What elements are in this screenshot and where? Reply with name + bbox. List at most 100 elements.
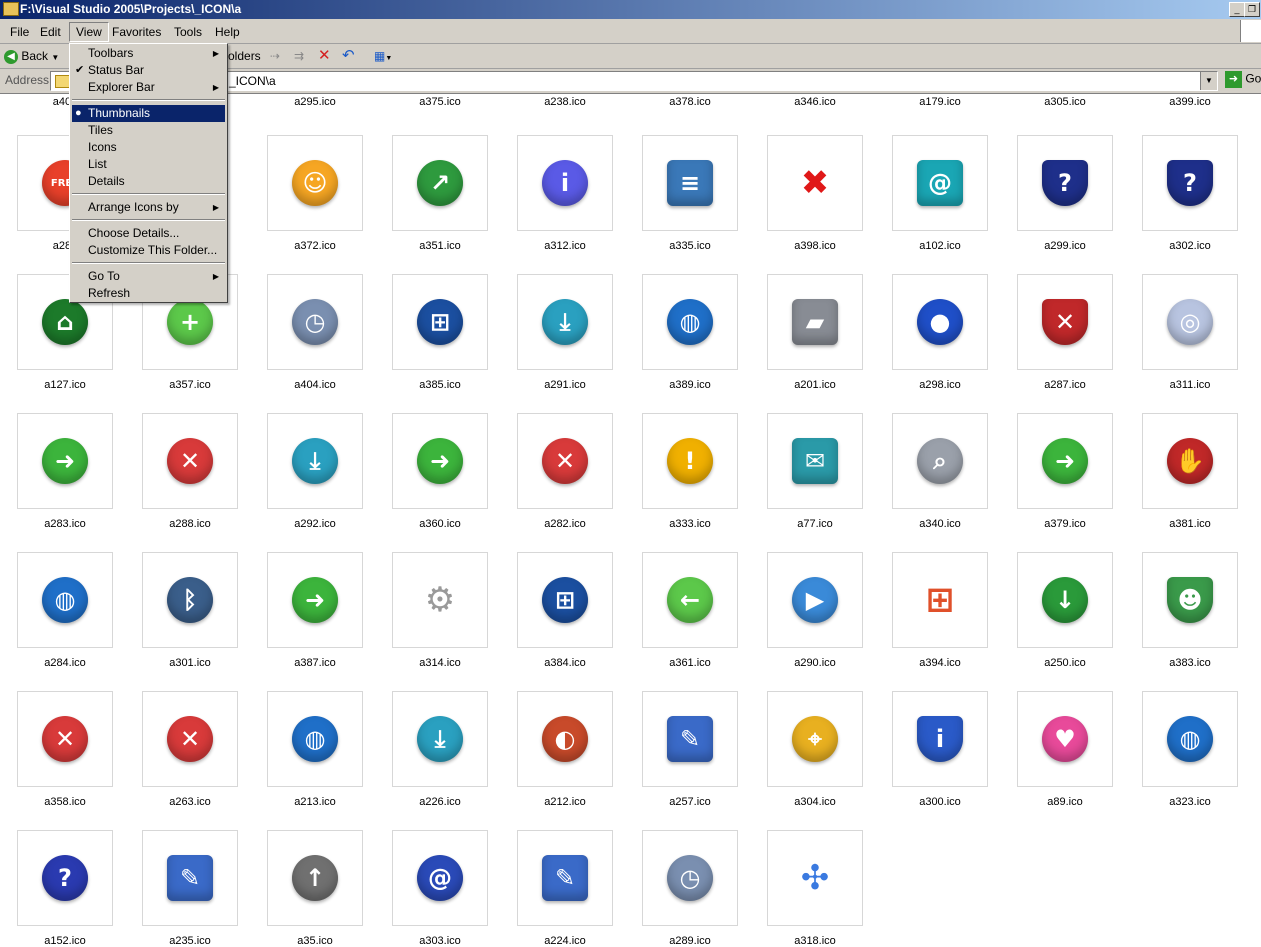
thumbnail-frame[interactable]: ▶ (767, 552, 863, 648)
view-menu-item[interactable]: Icons (72, 139, 225, 156)
file-label[interactable]: a77.ico (767, 518, 863, 530)
thumbnail-frame[interactable]: ◍ (642, 274, 738, 370)
thumbnail-frame[interactable]: ✕ (142, 413, 238, 509)
file-label[interactable]: a379.ico (1017, 518, 1113, 530)
file-thumbnail[interactable]: ◍ a213.ico (267, 691, 363, 808)
file-label[interactable]: a335.ico (642, 240, 738, 252)
file-label[interactable]: a283.ico (17, 518, 113, 530)
file-label[interactable]: a404.ico (267, 379, 363, 391)
menu-edit[interactable]: Edit (34, 23, 67, 41)
thumbnail-frame[interactable]: ✎ (142, 830, 238, 926)
file-label[interactable]: a302.ico (1142, 240, 1238, 252)
file-thumbnail[interactable]: ✎ a224.ico (517, 830, 613, 947)
file-thumbnail[interactable]: ⊞ a385.ico (392, 274, 488, 391)
file-label[interactable]: a288.ico (142, 518, 238, 530)
views-icon[interactable]: ▦▼ (374, 47, 392, 65)
file-label[interactable]: a351.ico (392, 240, 488, 252)
thumbnail-frame[interactable]: ? (1142, 135, 1238, 231)
file-label[interactable]: a284.ico (17, 657, 113, 669)
file-label[interactable]: a375.ico (392, 96, 488, 108)
file-thumbnail[interactable]: @ a102.ico (892, 135, 988, 252)
view-menu-item[interactable]: List (72, 156, 225, 173)
thumbnail-frame[interactable]: i (892, 691, 988, 787)
view-menu-item[interactable]: ✔ Status Bar (72, 62, 225, 79)
thumbnail-frame[interactable]: @ (892, 135, 988, 231)
file-label[interactable]: a303.ico (392, 935, 488, 947)
file-label[interactable]: a305.ico (1017, 96, 1113, 108)
file-thumbnail[interactable]: ✋ a381.ico (1142, 413, 1238, 530)
file-thumbnail[interactable]: ✕ a287.ico (1017, 274, 1113, 391)
thumbnail-frame[interactable]: ◷ (642, 830, 738, 926)
undo-icon[interactable]: ↶ (342, 47, 355, 65)
delete-icon[interactable]: ✕ (318, 47, 331, 65)
thumbnail-frame[interactable]: ⌕ (892, 413, 988, 509)
file-thumbnail[interactable]: ⌕ a340.ico (892, 413, 988, 530)
file-label[interactable]: a213.ico (267, 796, 363, 808)
thumbnail-frame[interactable]: ◍ (267, 691, 363, 787)
thumbnail-frame[interactable]: ➜ (267, 552, 363, 648)
file-label[interactable]: a304.ico (767, 796, 863, 808)
thumbnail-frame[interactable]: ⤓ (392, 691, 488, 787)
file-label[interactable]: a179.ico (892, 96, 988, 108)
thumbnail-frame[interactable]: ↑ (267, 830, 363, 926)
file-label[interactable]: a346.ico (767, 96, 863, 108)
thumbnail-frame[interactable]: ≡ (642, 135, 738, 231)
file-label[interactable]: a290.ico (767, 657, 863, 669)
menu-favorites[interactable]: Favorites (106, 23, 167, 41)
thumbnail-frame[interactable]: ◍ (1142, 691, 1238, 787)
view-menu-item[interactable]: ● Thumbnails (72, 105, 225, 122)
file-thumbnail[interactable]: ⊞ a394.ico (892, 552, 988, 669)
file-label[interactable]: a289.ico (642, 935, 738, 947)
file-thumbnail[interactable]: ✕ a263.ico (142, 691, 238, 808)
file-label[interactable]: a226.ico (392, 796, 488, 808)
file-thumbnail[interactable]: ✕ a358.ico (17, 691, 113, 808)
file-label[interactable]: a301.ico (142, 657, 238, 669)
thumbnail-frame[interactable]: ◍ (17, 552, 113, 648)
file-thumbnail[interactable]: ✉ a77.ico (767, 413, 863, 530)
thumbnail-frame[interactable]: ⊞ (392, 274, 488, 370)
file-label[interactable]: a257.ico (642, 796, 738, 808)
thumbnail-frame[interactable]: ✋ (1142, 413, 1238, 509)
thumbnail-frame[interactable]: ◷ (267, 274, 363, 370)
file-thumbnail[interactable]: ⚙ a314.ico (392, 552, 488, 669)
file-label[interactable]: a340.ico (892, 518, 988, 530)
file-thumbnail[interactable]: ✕ a288.ico (142, 413, 238, 530)
minimize-button[interactable]: _ (1229, 2, 1245, 17)
file-thumbnail[interactable]: ➜ a360.ico (392, 413, 488, 530)
file-label[interactable]: a384.ico (517, 657, 613, 669)
file-label[interactable]: a314.ico (392, 657, 488, 669)
file-thumbnail[interactable]: ● a298.ico (892, 274, 988, 391)
view-menu-item[interactable]: Arrange Icons by ▶ (72, 199, 225, 216)
file-label[interactable]: a389.ico (642, 379, 738, 391)
file-label[interactable]: a291.ico (517, 379, 613, 391)
file-label[interactable]: a394.ico (892, 657, 988, 669)
file-label[interactable]: a212.ico (517, 796, 613, 808)
menu-file[interactable]: File (4, 23, 35, 41)
thumbnail-frame[interactable]: ➜ (1017, 413, 1113, 509)
file-thumbnail[interactable]: ? a299.ico (1017, 135, 1113, 252)
thumbnail-frame[interactable]: ● (892, 274, 988, 370)
file-thumbnail[interactable]: ✖ a398.ico (767, 135, 863, 252)
file-label[interactable]: a235.ico (142, 935, 238, 947)
copy-to-icon[interactable]: ⇉ (294, 47, 304, 65)
thumbnail-frame[interactable]: ↗ (392, 135, 488, 231)
file-label[interactable]: a201.ico (767, 379, 863, 391)
file-label[interactable]: a312.ico (517, 240, 613, 252)
thumbnail-frame[interactable]: ◐ (517, 691, 613, 787)
file-label[interactable]: a298.ico (892, 379, 988, 391)
thumbnail-frame[interactable]: ♥ (1017, 691, 1113, 787)
thumbnail-frame[interactable]: ✣ (767, 830, 863, 926)
file-label[interactable]: a295.ico (267, 96, 363, 108)
back-button[interactable]: ◀ Back ▼ (4, 47, 59, 65)
file-label[interactable]: a238.ico (517, 96, 613, 108)
thumbnail-frame[interactable]: ▰ (767, 274, 863, 370)
file-label[interactable]: a282.ico (517, 518, 613, 530)
view-menu-item[interactable]: Explorer Bar ▶ (72, 79, 225, 96)
file-label[interactable]: a318.ico (767, 935, 863, 947)
thumbnail-frame[interactable]: ✎ (517, 830, 613, 926)
file-label[interactable]: a35.ico (267, 935, 363, 947)
file-thumbnail[interactable]: ◷ a289.ico (642, 830, 738, 947)
file-thumbnail[interactable]: ᛒ a301.ico (142, 552, 238, 669)
file-thumbnail[interactable]: ↓ a250.ico (1017, 552, 1113, 669)
file-label[interactable]: a152.ico (17, 935, 113, 947)
